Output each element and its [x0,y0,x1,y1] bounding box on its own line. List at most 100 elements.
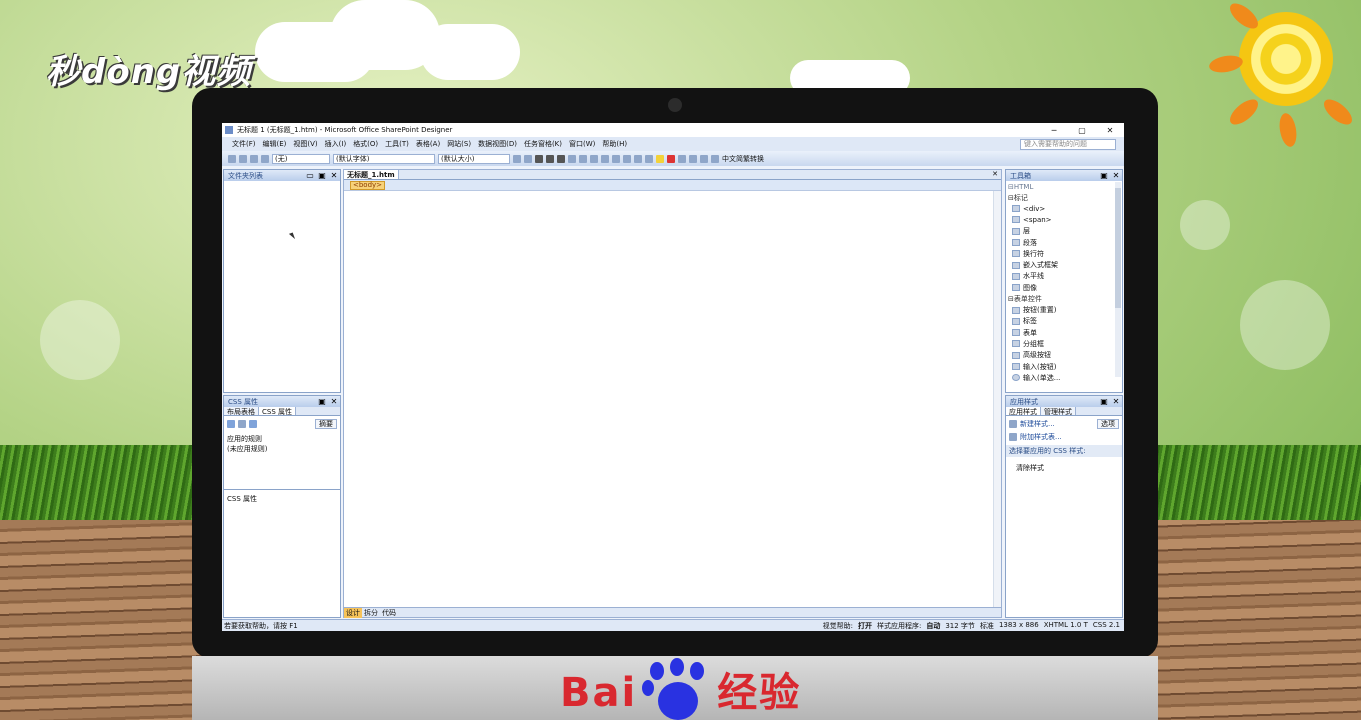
tool-layer[interactable]: 层 [1006,226,1122,237]
indent-icon[interactable] [634,154,642,163]
redo-icon[interactable] [524,154,532,163]
visual-aid-value[interactable]: 打开 [858,621,872,631]
css-version[interactable]: CSS 2.1 [1093,621,1120,631]
toolbox-group-form[interactable]: ⊟ 表单控件 [1006,293,1122,304]
page-dims[interactable]: 1383 x 886 [999,621,1039,631]
underline-icon[interactable] [557,154,565,163]
pane-restore-icon[interactable]: ▣ [316,397,328,406]
tab-css-properties[interactable]: CSS 属性 [259,407,296,416]
clear-styles-item[interactable]: 清除样式 [1006,457,1122,479]
new-page-icon[interactable] [228,154,236,163]
tool-reset-button[interactable]: 按钮(重置) [1006,304,1122,315]
menu-file[interactable]: 文件(F) [232,139,256,149]
close-document-icon[interactable]: ✕ [992,170,1001,179]
bold-icon[interactable] [535,154,543,163]
scrollbar-thumb[interactable] [1115,188,1121,308]
maximize-button[interactable]: ▢ [1068,126,1096,135]
tool-input-button[interactable]: 输入(按钮) [1006,361,1122,372]
menu-taskpane[interactable]: 任务窗格(K) [524,139,562,149]
tool-label: 水平线 [1023,272,1044,281]
pane-close-icon[interactable]: ✕ [328,171,340,180]
size-select[interactable]: (默认大小) [438,153,510,164]
close-button[interactable]: ✕ [1096,126,1124,135]
summary-button[interactable]: 摘要 [315,419,337,429]
pane-close-icon[interactable]: ✕ [328,397,340,406]
layer-icon[interactable] [689,154,697,163]
tool-hr[interactable]: 水平线 [1006,271,1122,282]
undo-icon[interactable] [513,154,521,163]
minimize-button[interactable]: ─ [1040,126,1068,135]
menu-dataview[interactable]: 数据视图(D) [478,139,517,149]
border-icon[interactable] [645,154,653,163]
form-icon [1012,329,1020,337]
open-icon[interactable] [239,154,247,163]
doctype[interactable]: XHTML 1.0 T [1044,621,1088,631]
new-folder-icon[interactable]: ▭ [304,171,316,180]
show-set-properties-icon[interactable] [249,420,257,428]
tab-layout-tables[interactable]: 布局表格 [224,407,259,416]
menu-help[interactable]: 帮助(H) [602,139,627,149]
design-canvas[interactable] [344,191,993,607]
menu-site[interactable]: 网站(S) [447,139,471,149]
preview-icon[interactable] [261,154,269,163]
tool-paragraph[interactable]: 段落 [1006,237,1122,248]
help-search-input[interactable]: 键入需要帮助的问题 [1020,138,1116,150]
pane-restore-icon[interactable]: ▣ [1098,171,1110,180]
menu-tools[interactable]: 工具(T) [385,139,409,149]
bullets-icon[interactable] [612,154,620,163]
style-app-value[interactable]: 自动 [926,621,940,631]
category-view-icon[interactable] [227,420,235,428]
options-button[interactable]: 选项 [1097,419,1119,429]
menu-insert[interactable]: 插入(I) [325,139,347,149]
design-view-tab[interactable]: 设计 [344,607,362,618]
tool-break[interactable]: 换行符 [1006,248,1122,259]
font-select[interactable]: (默认字体) [333,153,435,164]
vertical-scrollbar[interactable] [993,191,1001,607]
align-left-icon[interactable] [568,154,576,163]
style-select[interactable]: (无) [272,153,330,164]
highlight-icon[interactable] [656,154,664,163]
pane-close-icon[interactable]: ✕ [1110,171,1122,180]
pane-restore-icon[interactable]: ▣ [316,171,328,180]
menu-edit[interactable]: 编辑(E) [263,139,287,149]
tool-image[interactable]: 图像 [1006,282,1122,293]
menu-table[interactable]: 表格(A) [416,139,440,149]
picture-icon[interactable] [700,154,708,163]
toolbox-root[interactable]: ⊟ HTML [1006,181,1122,192]
numbering-icon[interactable] [601,154,609,163]
tool-span[interactable]: <span> [1006,214,1122,225]
sort-az-icon[interactable] [238,420,246,428]
font-color-icon[interactable] [667,154,675,163]
tool-iframe[interactable]: 嵌入式框架 [1006,259,1122,270]
code-view-tab[interactable]: 代码 [380,608,398,618]
tool-groupbox[interactable]: 分组框 [1006,338,1122,349]
pane-restore-icon[interactable]: ▣ [1098,397,1110,406]
save-icon[interactable] [250,154,258,163]
tab-document[interactable]: 无标题_1.htm [344,170,399,179]
tool-label[interactable]: 标签 [1006,316,1122,327]
tool-div[interactable]: <div> [1006,203,1122,214]
attach-stylesheet-link[interactable]: 附加样式表... [1020,432,1062,442]
tool-form[interactable]: 表单 [1006,327,1122,338]
toolbox-scrollbar[interactable] [1115,182,1121,377]
body-tag[interactable]: <body> [350,180,386,190]
split-view-tab[interactable]: 拆分 [362,608,380,618]
menu-window[interactable]: 窗口(W) [569,139,595,149]
tool-advanced-button[interactable]: 高级按钮 [1006,350,1122,361]
toolbox-group-tags[interactable]: ⊟ 标记 [1006,192,1122,203]
menu-view[interactable]: 视图(V) [293,139,317,149]
align-right-icon[interactable] [590,154,598,163]
new-style-link[interactable]: 新建样式... [1020,419,1055,429]
tool-input-radio[interactable]: 输入(单选... [1006,372,1122,383]
convert-button[interactable]: 中文简繁转换 [722,154,764,164]
pane-close-icon[interactable]: ✕ [1110,397,1122,406]
tab-manage-styles[interactable]: 管理样式 [1041,407,1076,416]
outdent-icon[interactable] [623,154,631,163]
italic-icon[interactable] [546,154,554,163]
tab-apply-styles[interactable]: 应用样式 [1006,407,1041,416]
table-icon[interactable] [678,154,686,163]
hyperlink-icon[interactable] [711,154,719,163]
menu-format[interactable]: 格式(O) [353,139,378,149]
new-style-icon [1009,420,1017,428]
align-center-icon[interactable] [579,154,587,163]
